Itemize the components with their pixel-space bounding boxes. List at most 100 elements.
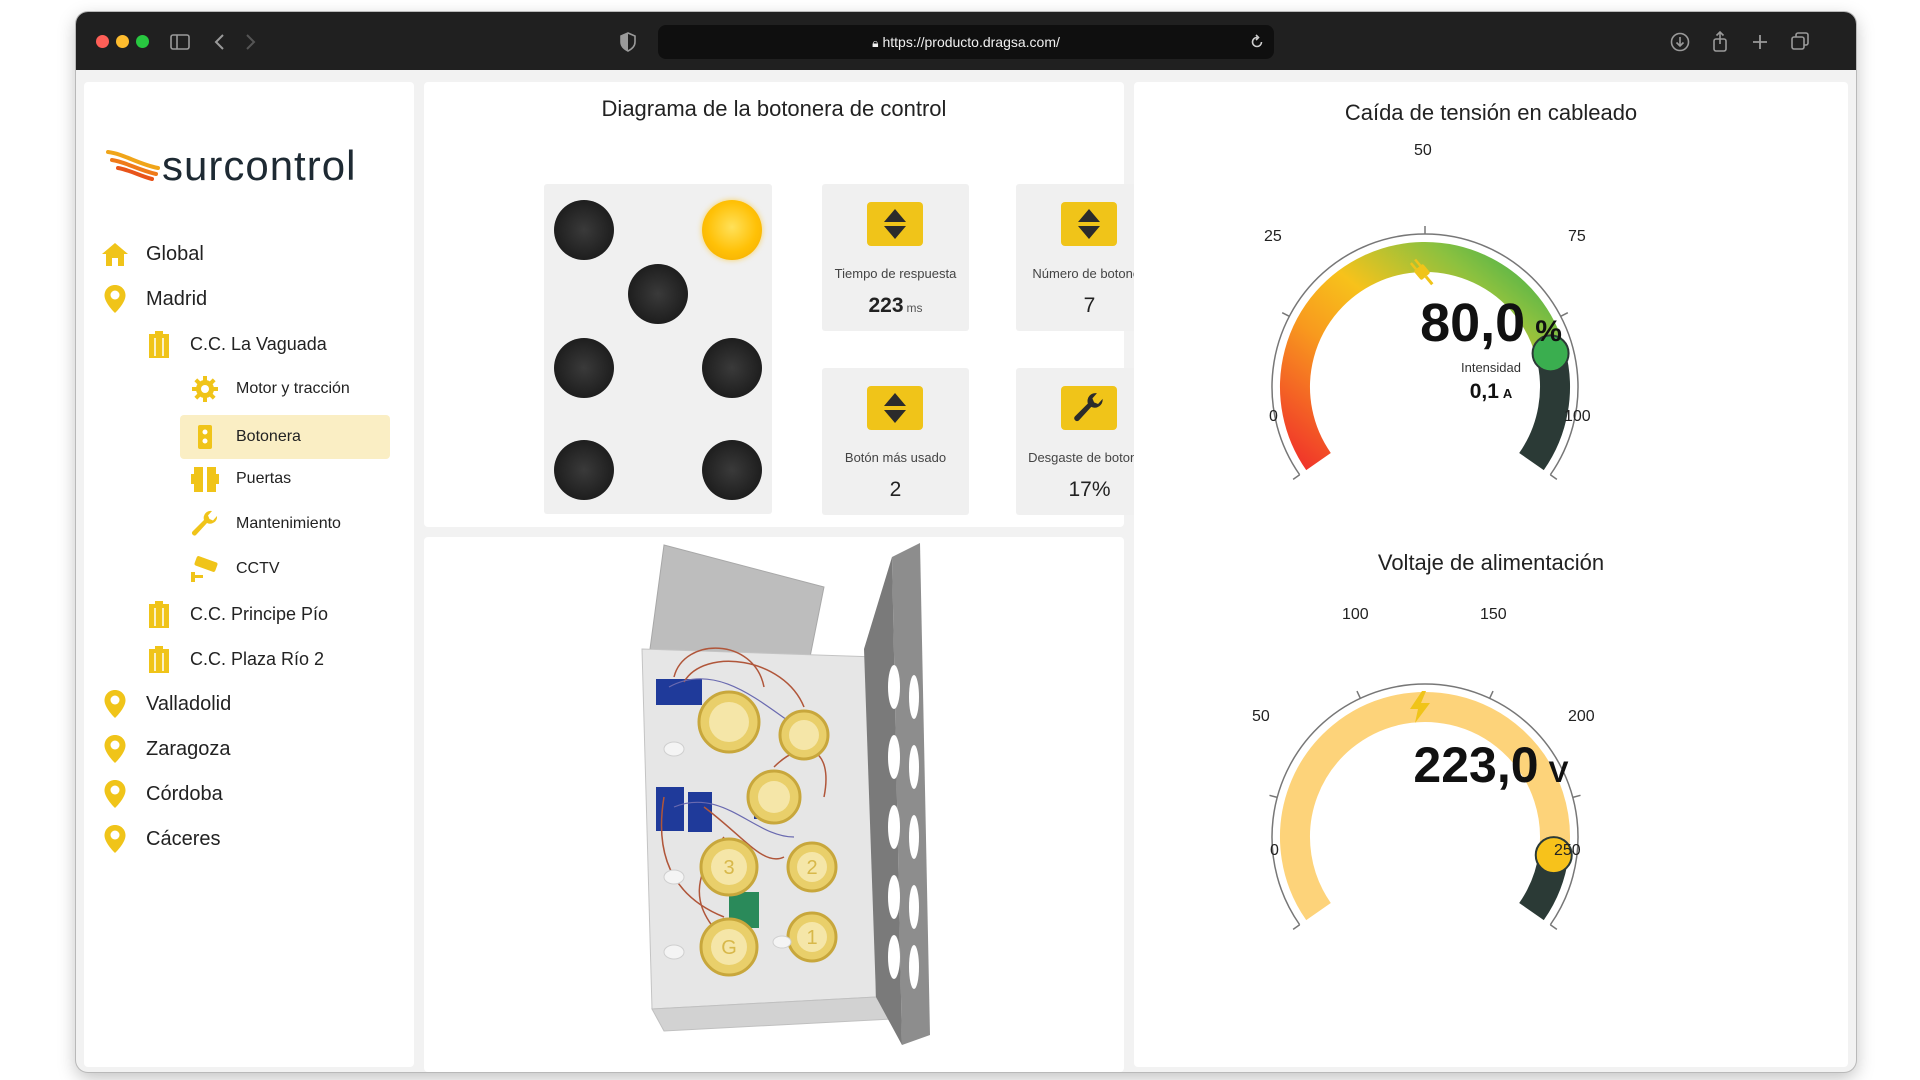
up-down-arrows-icon	[1061, 202, 1117, 246]
sidebar-toggle-icon[interactable]	[166, 28, 194, 56]
zoom-window-icon[interactable]	[136, 35, 149, 48]
button-panel-diagram: Diagrama de la botonera de control Tiemp…	[424, 82, 1163, 527]
sidebar-item-label: C.C. Principe Pío	[190, 603, 329, 624]
share-icon[interactable]	[1706, 28, 1734, 56]
gauge-tick-mark	[1572, 794, 1581, 799]
sidebar-item-cctv[interactable]: CCTV	[188, 552, 280, 586]
browser-window: 🔒︎ https://producto.dragsa.com/ surcontr…	[76, 12, 1856, 1072]
minimize-window-icon[interactable]	[116, 35, 129, 48]
gauge-tick-label: 200	[1568, 708, 1595, 725]
logo-text: surcontrol	[162, 142, 357, 189]
sidebar-item-label: Botonera	[236, 428, 301, 445]
cctv-camera-icon	[188, 552, 222, 586]
sidebar-item-la-vaguada[interactable]: C.C. La Vaguada	[142, 327, 327, 361]
sidebar-item-label: Valladolid	[146, 692, 232, 715]
sidebar-item-label: C.C. La Vaguada	[190, 333, 327, 354]
pad-button[interactable]	[702, 440, 762, 500]
sidebar-item-label: Puertas	[236, 470, 292, 487]
button-panel-3d-model[interactable]: 3 2 1 G	[424, 537, 1124, 1072]
sidebar-item-label: Madrid	[146, 287, 208, 310]
location-pin-icon	[98, 687, 132, 721]
pad-button[interactable]	[702, 338, 762, 398]
brand-logo[interactable]: surcontrol	[106, 142, 406, 202]
sidebar-item-zaragoza[interactable]: Zaragoza	[98, 732, 231, 766]
download-icon[interactable]	[1666, 28, 1694, 56]
location-pin-icon	[98, 282, 132, 316]
building-icon	[142, 642, 176, 676]
browser-toolbar: 🔒︎ https://producto.dragsa.com/	[76, 12, 1856, 70]
pad-button[interactable]	[628, 264, 688, 324]
url-text: https://producto.dragsa.com/	[882, 34, 1060, 50]
building-icon	[142, 597, 176, 631]
sidebar-item-mantenimiento[interactable]: Mantenimiento	[188, 507, 341, 541]
sidebar-item-cordoba[interactable]: Córdoba	[98, 777, 223, 811]
sidebar-item-label: CCTV	[236, 560, 280, 577]
sidebar-item-label: Cáceres	[146, 827, 221, 850]
pad-button[interactable]	[554, 338, 614, 398]
floor-label: G	[721, 937, 737, 959]
floor-label: 1	[806, 927, 817, 949]
metric-card-response-time[interactable]: Tiempo de respuesta 223 ms	[822, 184, 969, 331]
sidebar-item-label: Mantenimiento	[236, 515, 341, 532]
sidebar-item-caceres[interactable]: Cáceres	[98, 822, 220, 856]
diagram-title: Diagrama de la botonera de control	[601, 96, 947, 121]
home-icon	[98, 237, 132, 271]
gauge-tick-mark	[1269, 794, 1278, 799]
sidebar-item-label: C.C. Plaza Río 2	[190, 648, 325, 669]
sidebar-item-label: Global	[146, 242, 204, 265]
sidebar-item-madrid[interactable]: Madrid	[98, 282, 207, 316]
gauge-tick-mark	[1549, 924, 1558, 930]
sidebar-item-motor[interactable]: Motor y tracción	[188, 372, 350, 406]
doors-icon	[188, 462, 222, 496]
gauge-tick-label: 50	[1252, 708, 1270, 725]
control-box-3d-illustration: 3 2 1 G	[641, 543, 930, 1045]
gauges-panel: Caída de tensión en cableado 0 25 50 75 …	[1134, 82, 1848, 1067]
lock-icon: 🔒︎	[872, 36, 879, 50]
sidebar-item-label: Zaragoza	[146, 737, 231, 760]
sidebar: surcontrol Global Madrid C.C. La Vaguada	[84, 82, 414, 1067]
sidebar-item-botonera[interactable]: Botonera	[180, 415, 390, 459]
reload-icon[interactable]	[1248, 33, 1266, 51]
up-down-arrows-icon	[867, 386, 923, 430]
lightning-icon	[1410, 691, 1430, 723]
sidebar-item-puertas[interactable]: Puertas	[188, 462, 291, 496]
building-icon	[142, 327, 176, 361]
supply-voltage-gauge	[1269, 683, 1581, 930]
pad-button-lit[interactable]	[702, 200, 762, 260]
up-down-arrows-icon	[867, 202, 923, 246]
pad-button[interactable]	[554, 200, 614, 260]
card-value: 223 ms	[868, 294, 923, 317]
metric-card-most-used[interactable]: Botón más usado 2	[822, 368, 969, 515]
gauge-tick-label: 0	[1270, 842, 1279, 859]
pad-button[interactable]	[554, 440, 614, 500]
gauge-tick-label: 150	[1480, 606, 1507, 623]
location-pin-icon	[98, 822, 132, 856]
gauge-tick-mark	[1292, 924, 1301, 930]
tab-overview-icon[interactable]	[1786, 28, 1814, 56]
gauge-tick-label: 100	[1342, 606, 1369, 623]
address-bar[interactable]: 🔒︎ https://producto.dragsa.com/	[658, 25, 1274, 59]
floor-label: 2	[806, 857, 817, 879]
gauge-tick-label: 250	[1554, 842, 1581, 859]
logo-swoosh-icon	[106, 150, 160, 181]
sidebar-item-plaza-rio-2[interactable]: C.C. Plaza Río 2	[142, 642, 324, 676]
card-label: Tiempo de respuesta	[834, 266, 957, 281]
wrench-icon	[188, 507, 222, 541]
new-tab-icon[interactable]	[1746, 28, 1774, 56]
back-icon[interactable]	[206, 28, 234, 56]
sidebar-item-principe-pio[interactable]: C.C. Principe Pío	[142, 597, 328, 631]
sidebar-item-global[interactable]: Global	[98, 237, 204, 271]
gear-icon	[188, 372, 222, 406]
location-pin-icon	[98, 777, 132, 811]
button-panel-icon	[188, 420, 222, 454]
forward-icon[interactable]	[236, 28, 264, 56]
close-window-icon[interactable]	[96, 35, 109, 48]
sidebar-item-valladolid[interactable]: Valladolid	[98, 687, 231, 721]
card-label: Botón más usado	[844, 450, 947, 465]
gauge-tick-mark	[1488, 690, 1494, 699]
sidebar-item-label: Motor y tracción	[236, 380, 350, 397]
privacy-shield-icon[interactable]	[614, 28, 642, 56]
gauge-tick-mark	[1356, 690, 1362, 699]
sidebar-item-label: Córdoba	[146, 782, 223, 805]
card-value: 2	[889, 478, 902, 501]
